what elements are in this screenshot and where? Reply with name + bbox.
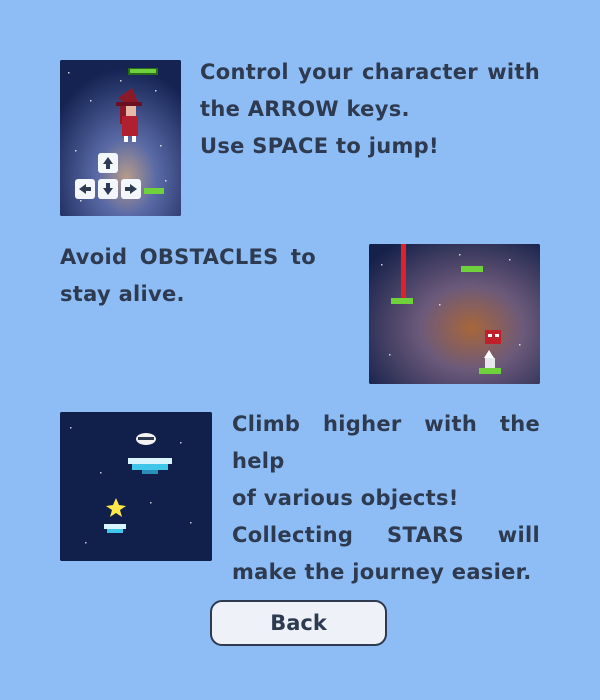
controls-instructions: Control your character with the ARROW ke… bbox=[200, 54, 540, 165]
objects-line-3: Collecting STARS will bbox=[232, 523, 540, 547]
right-arrow-key-icon bbox=[121, 179, 141, 199]
controls-line-3: Use SPACE to jump! bbox=[200, 134, 439, 158]
controls-preview-image bbox=[60, 60, 181, 216]
objects-line-1: Climb higher with the help bbox=[232, 412, 540, 473]
laser-obstacle-icon bbox=[401, 244, 406, 298]
platform-icon bbox=[128, 68, 158, 75]
objects-instructions: Climb higher with the help of various ob… bbox=[232, 406, 540, 591]
objects-line-4: make the journey easier. bbox=[232, 560, 532, 584]
red-creature-obstacle-icon bbox=[485, 330, 501, 344]
left-arrow-key-icon bbox=[75, 179, 95, 199]
obstacles-line-1: Avoid OBSTACLES to bbox=[60, 245, 316, 269]
trampoline-icon bbox=[104, 524, 126, 533]
back-button[interactable]: Back bbox=[210, 600, 387, 646]
saucer-icon bbox=[136, 433, 156, 445]
objects-preview-image bbox=[60, 412, 212, 561]
obstacles-instructions: Avoid OBSTACLES to stay alive. bbox=[60, 239, 316, 313]
objects-line-2: of various objects! bbox=[232, 486, 459, 510]
controls-line-1: Control your character with bbox=[200, 60, 540, 84]
obstacles-preview-image bbox=[369, 244, 540, 384]
down-arrow-key-icon bbox=[98, 179, 118, 199]
up-arrow-key-icon bbox=[98, 153, 118, 173]
obstacles-line-2: stay alive. bbox=[60, 282, 185, 306]
controls-line-2: the ARROW keys. bbox=[200, 97, 410, 121]
